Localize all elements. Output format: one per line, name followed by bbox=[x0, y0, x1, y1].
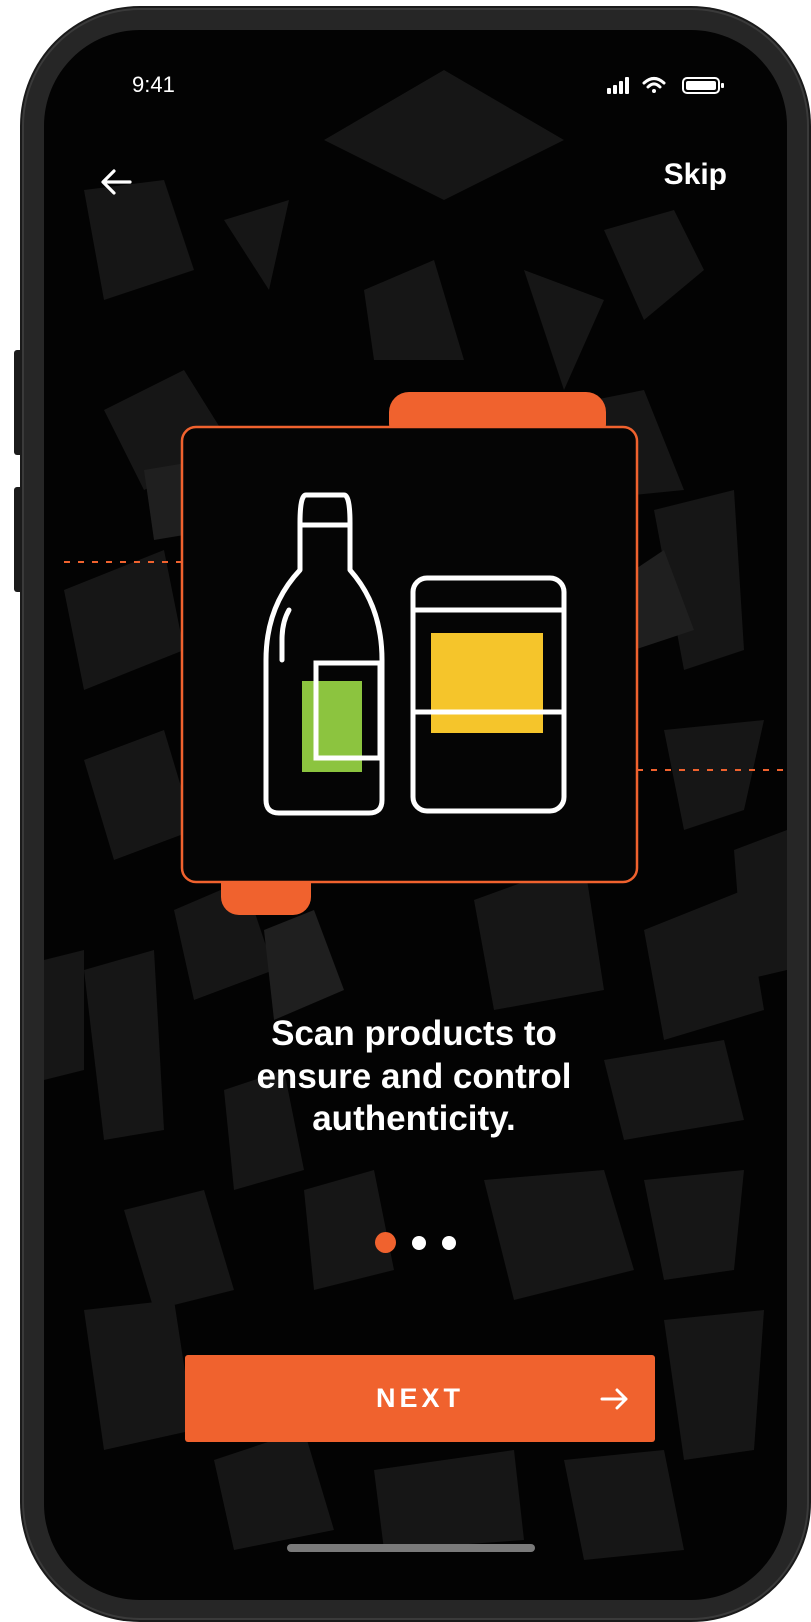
skip-button[interactable]: Skip bbox=[664, 158, 727, 192]
phone-screen: 9:41 Skip Scan products to ensure and co… bbox=[44, 30, 787, 1600]
page-indicator bbox=[44, 1232, 787, 1253]
headline-line: Scan products to bbox=[271, 1014, 557, 1053]
battery-icon bbox=[682, 77, 724, 94]
cellular-signal-icon bbox=[607, 77, 629, 94]
next-button[interactable]: NEXT bbox=[185, 1355, 655, 1442]
status-icons bbox=[607, 77, 724, 94]
arrow-right-icon bbox=[600, 1388, 628, 1410]
next-button-label: NEXT bbox=[375, 1383, 464, 1413]
wifi-icon bbox=[642, 77, 666, 93]
status-time: 9:41 bbox=[132, 72, 175, 97]
scan-frame bbox=[180, 425, 639, 884]
headline-line: ensure and control bbox=[256, 1056, 572, 1096]
page-dot-2[interactable] bbox=[412, 1235, 426, 1250]
home-indicator[interactable] bbox=[287, 1544, 535, 1552]
device-mockup: 9:41 Skip Scan products to ensure and co… bbox=[0, 0, 811, 1622]
jar-label bbox=[431, 633, 543, 733]
back-button[interactable] bbox=[94, 160, 138, 204]
scan-illustration bbox=[64, 392, 787, 915]
headline-line: authenticity. bbox=[312, 1099, 516, 1139]
onboarding-headline: Scan products to ensure and control auth… bbox=[164, 1013, 664, 1141]
arrow-left-icon bbox=[101, 169, 132, 195]
page-dot-1-active[interactable] bbox=[375, 1232, 396, 1253]
page-dot-3[interactable] bbox=[442, 1235, 456, 1250]
